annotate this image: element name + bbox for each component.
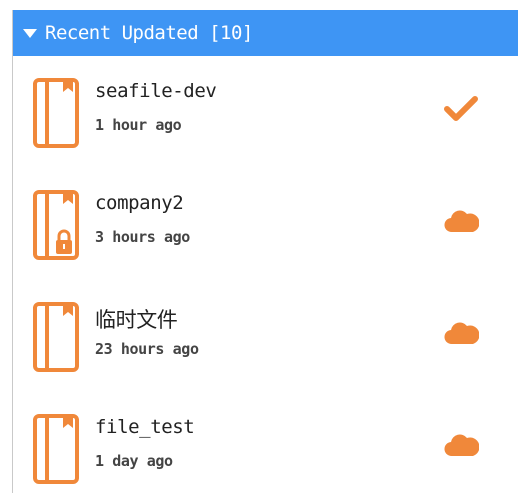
repo-time: 1 day ago: [95, 452, 173, 470]
recent-updated-panel: Recent Updated [10] seafile-dev 1 hour a…: [0, 0, 518, 493]
repo-item-company2[interactable]: company2 3 hours ago: [13, 168, 518, 280]
cloud-icon: [444, 210, 479, 233]
repo-time: 1 hour ago: [95, 116, 182, 134]
repo-name: company2: [95, 192, 184, 214]
repo-name: 临时文件: [95, 308, 178, 332]
repo-time: 3 hours ago: [95, 228, 190, 246]
repo-item-file-test[interactable]: file_test 1 day ago: [13, 392, 518, 504]
library-icon: [33, 414, 79, 484]
repo-item-temp-files[interactable]: 临时文件 23 hours ago: [13, 280, 518, 392]
cloud-icon: [444, 434, 479, 457]
checkmark-icon: [444, 96, 478, 121]
lock-icon: [56, 229, 72, 254]
repo-name: seafile-dev: [95, 80, 217, 102]
library-icon: [33, 78, 79, 148]
repo-list: seafile-dev 1 hour ago company2 3 hours …: [13, 56, 518, 504]
recent-updated-header[interactable]: Recent Updated [10]: [13, 10, 518, 56]
repo-item-seafile-dev[interactable]: seafile-dev 1 hour ago: [13, 56, 518, 168]
header-title: Recent Updated [10]: [45, 22, 253, 44]
repo-time: 23 hours ago: [95, 340, 199, 358]
repo-name: file_test: [95, 416, 195, 438]
library-icon: [33, 190, 79, 260]
library-icon: [33, 302, 79, 372]
caret-down-icon: [23, 28, 37, 38]
cloud-icon: [444, 322, 479, 345]
